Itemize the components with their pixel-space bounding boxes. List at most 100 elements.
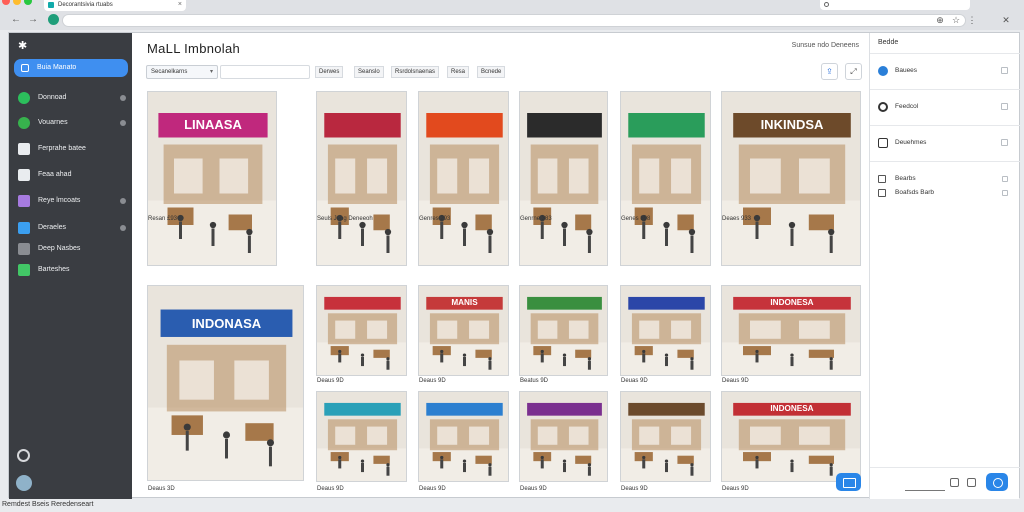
close-window-button[interactable] — [2, 0, 10, 5]
address-bar[interactable] — [62, 14, 966, 27]
minimize-window-button[interactable] — [13, 0, 21, 5]
store-thumbnail — [316, 391, 407, 482]
filter-chip[interactable]: Seanslo — [354, 66, 384, 78]
notes-icon — [878, 138, 888, 148]
sidebar-item-label: Buia Manato — [37, 64, 77, 71]
panel-checkbox[interactable] — [1002, 190, 1008, 196]
sidebar-item-label: Deraeles — [38, 224, 67, 231]
store-sign: INDONESA — [770, 297, 814, 307]
share-button[interactable]: ⤢ — [845, 63, 862, 80]
filter-dropdown[interactable]: Secanelkarns ▾ — [146, 65, 218, 79]
filter-chip[interactable]: Rsrdolsnaenas — [391, 66, 440, 78]
forward-button[interactable]: → — [27, 14, 39, 26]
store-thumbnail: INDONASA — [147, 285, 304, 481]
refresh-icon — [878, 102, 888, 112]
tag-icon — [18, 243, 30, 255]
panel-group: Bearbs Boafsds Barb — [870, 161, 1020, 207]
close-icon[interactable]: ✕ — [1000, 14, 1012, 26]
sidebar-item[interactable]: Reye lmcoats — [9, 193, 132, 209]
avatar[interactable] — [16, 475, 32, 491]
sidebar-item-label: Ferprahe batee — [38, 145, 86, 152]
store-sign: INKINDSA — [760, 117, 824, 132]
chevron-icon — [120, 95, 126, 101]
sidebar-item[interactable]: Vouarnes — [9, 115, 132, 131]
window-controls — [0, 0, 32, 5]
location-icon — [878, 66, 888, 76]
panel-item[interactable]: Boafsds Barb — [870, 186, 1020, 200]
store-sign: INDONESA — [770, 403, 814, 413]
store-thumbnail — [620, 391, 711, 482]
status-bar: Remdest Bseis Reredenseart — [2, 501, 94, 508]
card-caption: Deaus 9D — [520, 486, 547, 492]
sidebar-item[interactable]: Ferprahe batee — [9, 141, 132, 157]
attach-icon[interactable] — [950, 478, 959, 487]
card-caption: Genrne 383 — [520, 216, 552, 222]
message-icon — [18, 143, 30, 155]
app-frame: ✱ Buia Manato Donnoad Vouarnes Ferprahe ba… — [8, 32, 1020, 499]
sidebar-item[interactable]: Donnoad — [9, 90, 132, 106]
card-caption: Deaes 933 — [722, 216, 752, 222]
menu-icon[interactable]: ⋮ — [966, 14, 978, 26]
back-button[interactable]: ← — [10, 14, 22, 26]
logo-icon[interactable]: ✱ — [18, 39, 32, 53]
gallery-icon — [878, 189, 886, 197]
sidebar-item[interactable]: Feaa ahad — [9, 167, 132, 183]
zoom-icon[interactable]: ⊕ — [934, 14, 946, 26]
page-title: MaLL Imbnolah — [147, 41, 241, 56]
right-panel: Bedde Bauees Feedcol Deuehmes Bearbs Boa — [869, 33, 1020, 499]
maximize-window-button[interactable] — [24, 0, 32, 5]
panel-checkbox[interactable] — [1001, 67, 1008, 74]
store-thumbnail — [316, 285, 407, 376]
card-caption: Deaus 9D — [419, 378, 446, 384]
profile-pill[interactable] — [820, 0, 970, 10]
browser-tab[interactable]: Decorantsivia rtuabs × — [44, 0, 186, 11]
extension-icon[interactable] — [48, 14, 59, 25]
sidebar-item[interactable]: Barteshes — [9, 262, 132, 278]
search-input[interactable] — [220, 65, 310, 79]
panel-checkbox[interactable] — [1001, 139, 1008, 146]
panel-item[interactable]: Bauees — [870, 53, 1020, 87]
sidebar-item-label: Donnoad — [38, 94, 67, 101]
bookmark-star-icon[interactable]: ☆ — [950, 14, 962, 26]
filter-chip[interactable]: Derwes — [315, 66, 344, 78]
upload-button[interactable]: ⇪ — [821, 63, 838, 80]
store-thumbnail: INKINDSA — [721, 91, 861, 266]
header-link[interactable]: Sunsue ndo Deneens — [792, 42, 859, 49]
store-thumbnail: MANIS — [418, 285, 509, 376]
chevron-icon — [120, 225, 126, 231]
chevron-icon — [120, 198, 126, 204]
sidebar-item[interactable]: Deraeles — [9, 220, 132, 236]
panel-item[interactable]: Deuehmes — [870, 125, 1020, 159]
sidebar-item[interactable]: Deep Nasbes — [9, 241, 132, 257]
panel-item-label: Deuehmes — [895, 139, 927, 146]
card-caption: Deaus 9D — [317, 378, 344, 384]
close-tab-icon[interactable]: × — [178, 0, 182, 10]
store-sign: INDONASA — [191, 315, 262, 331]
export-icon[interactable] — [967, 478, 976, 487]
store-thumbnail — [620, 285, 711, 376]
card-caption: Beatus 9D — [520, 378, 549, 384]
store-thumbnail: INDONESA — [721, 391, 861, 482]
send-button[interactable] — [986, 473, 1008, 491]
store-sign: MANIS — [451, 297, 478, 307]
sidebar-item-active[interactable]: Buia Manato — [14, 59, 128, 77]
panel-item-label: Boafsds Barb — [895, 189, 935, 196]
chat-button[interactable] — [836, 473, 861, 491]
filter-chip[interactable]: Resa — [447, 66, 470, 78]
panel-title: Bedde — [878, 39, 899, 46]
help-icon[interactable] — [17, 449, 30, 462]
store-thumbnail — [519, 91, 608, 266]
panel-checkbox[interactable] — [1001, 103, 1008, 110]
store-thumbnail: INDONESA — [721, 285, 861, 376]
panel-checkbox[interactable] — [1002, 176, 1008, 182]
link-icon — [18, 222, 30, 234]
card-caption: Deaus 9D — [317, 486, 344, 492]
panel-item[interactable]: Feedcol — [870, 89, 1020, 123]
grid-small-icon — [878, 175, 886, 183]
store-thumbnail — [316, 91, 407, 266]
filter-dropdown-value: Secanelkarns — [151, 69, 188, 75]
filter-chip[interactable]: Bcnede — [477, 66, 506, 78]
circle-badge-icon — [18, 92, 30, 104]
sidebar-item-label: Vouarnes — [38, 119, 68, 126]
panel-item[interactable]: Bearbs — [870, 172, 1020, 186]
